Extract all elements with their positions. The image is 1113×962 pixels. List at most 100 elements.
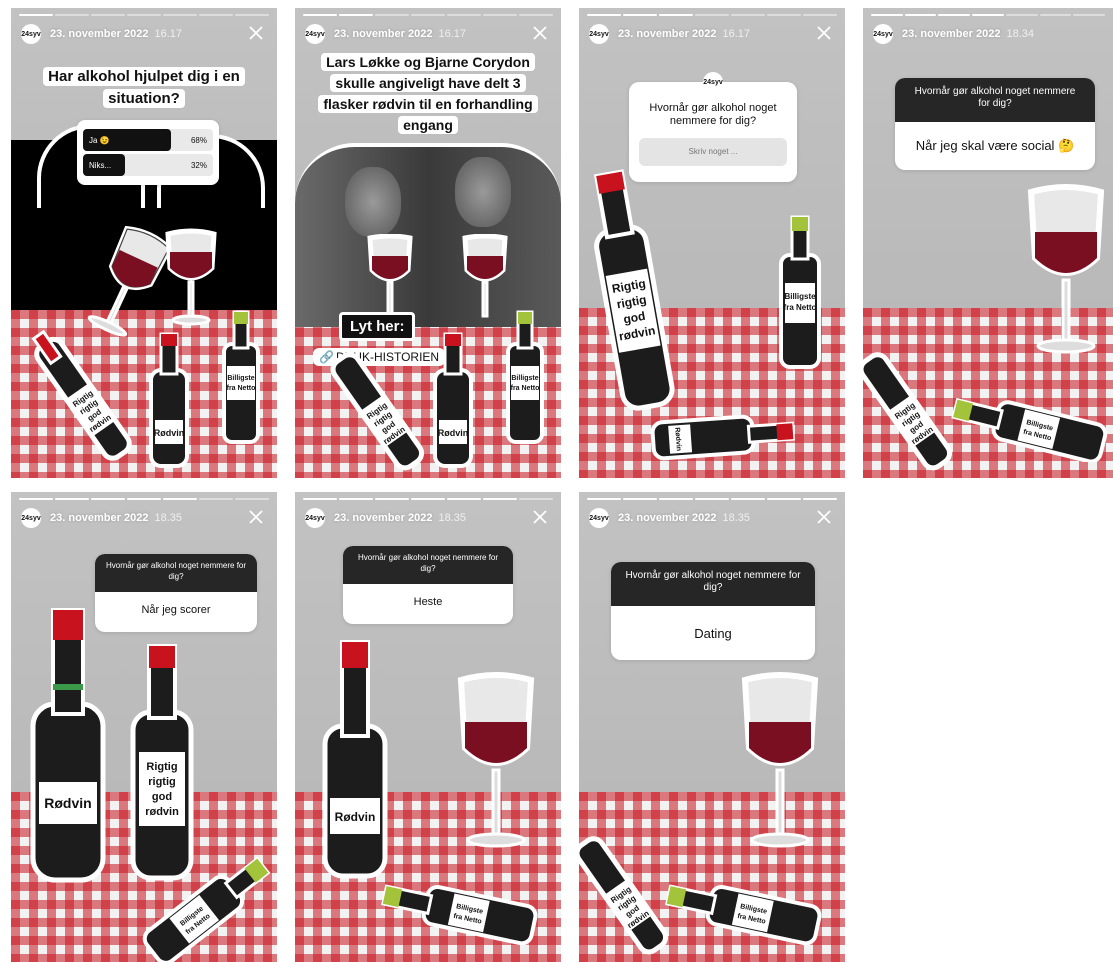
question-text: Hvornår gør alkohol noget nemmere for di… — [611, 562, 815, 606]
story-progress — [587, 14, 837, 16]
svg-text:Billigste: Billigste — [227, 375, 254, 382]
avatar[interactable]: 24syv — [873, 24, 893, 44]
bottle-rigtig-sticker: Rigtig rigtig god rødvin — [593, 169, 675, 411]
poll-sticker[interactable]: Ja 😉 68% Niks... 32% — [77, 120, 219, 185]
svg-text:Billigste: Billigste — [784, 292, 816, 301]
svg-text:Rødvin: Rødvin — [438, 428, 469, 438]
question-text: Hvornår gør alkohol noget nemmere for di… — [343, 546, 513, 584]
story-date: 23. november 2022 — [334, 28, 433, 40]
svg-text:Rødvin: Rødvin — [44, 795, 91, 811]
wine-glass-sticker — [367, 234, 413, 318]
story-time: 18.35 — [438, 512, 466, 524]
bottle-billigste-sticker: Billigste fra Netto — [506, 310, 544, 444]
story-header: 24syv 23. november 2022 16.17 — [21, 22, 267, 46]
poll-option[interactable]: Niks... 32% — [83, 154, 213, 176]
bottle-rodvin-sticker: Rødvin — [322, 640, 388, 879]
story-date: 23. november 2022 — [50, 28, 149, 40]
story-header: 24syv 23. november 2022 18.34 — [873, 22, 1103, 46]
avatar[interactable]: 24syv — [305, 508, 325, 528]
bottle-rodvin-sticker: Rødvin — [149, 332, 189, 468]
story-date: 23. november 2022 — [334, 512, 433, 524]
avatar[interactable]: 24syv — [305, 24, 325, 44]
avatar[interactable]: 24syv — [21, 24, 41, 44]
avatar[interactable]: 24syv — [589, 508, 609, 528]
story-3[interactable]: 24syv 23. november 2022 16.17 24syv Hvor… — [579, 8, 845, 478]
story-time: 16.17 — [722, 28, 750, 40]
answer-input[interactable]: Skriv noget ... — [639, 138, 787, 166]
story-caption: Lars Løkke og Bjarne Corydon skulle angi… — [309, 52, 547, 136]
poll-option-label: Ja 😉 — [89, 135, 110, 145]
story-date: 23. november 2022 — [618, 512, 717, 524]
avatar[interactable]: 24syv — [21, 508, 41, 528]
story-progress — [303, 498, 553, 500]
story-progress — [19, 14, 269, 16]
svg-text:Rødvin: Rødvin — [154, 428, 185, 438]
story-7[interactable]: 24syv 23. november 2022 18.35 Hvornår gø… — [579, 492, 845, 962]
wine-glass-sticker — [741, 672, 819, 848]
story-5[interactable]: 24syv 23. november 2022 18.35 Hvornår gø… — [11, 492, 277, 962]
question-text: Hvornår gør alkohol noget nemmere for di… — [95, 554, 257, 592]
question-sticker[interactable]: Hvornår gør alkohol noget nemmere for di… — [895, 78, 1095, 170]
story-header: 24syv 23. november 2022 18.35 — [21, 506, 267, 530]
story-progress — [587, 498, 837, 500]
svg-text:Rigtig: Rigtig — [146, 761, 177, 773]
story-date: 23. november 2022 — [618, 28, 717, 40]
bottle-billigste-sticker: Billigste fra Netto — [665, 884, 822, 946]
poll-option-percent: 68% — [190, 135, 207, 145]
question-text: Hvornår gør alkohol noget nemmere for di… — [895, 78, 1095, 122]
story-header: 24syv 23. november 2022 18.35 — [589, 506, 835, 530]
poll-option-percent: 32% — [190, 160, 207, 170]
story-caption: Har alkohol hjulpet dig i en situation? — [33, 66, 255, 110]
bottle-rigtig-sticker: Rigtig rigtig god rødvin — [330, 352, 425, 471]
close-icon[interactable] — [247, 508, 265, 526]
wine-glass-sticker — [457, 672, 535, 848]
story-progress — [19, 498, 269, 500]
story-progress — [303, 14, 553, 16]
story-progress — [871, 14, 1106, 16]
question-sticker[interactable]: Hvornår gør alkohol noget nemmere for di… — [611, 562, 815, 660]
svg-text:rødvin: rødvin — [145, 806, 179, 818]
bottle-rigtig-sticker: Rigtig rigtig god rødvin — [31, 329, 132, 461]
avatar[interactable]: 24syv — [589, 24, 609, 44]
question-avatar: 24syv — [703, 72, 723, 92]
bottle-rigtig-sticker: Rigtig rigtig god rødvin — [130, 644, 194, 881]
svg-text:god: god — [152, 791, 172, 803]
bottle-billigste-sticker: Billigste fra Netto — [381, 884, 538, 946]
bottle-billigste-sticker: Billigste fra Netto — [779, 215, 821, 369]
poll-option[interactable]: Ja 😉 68% — [83, 129, 213, 151]
story-1[interactable]: 24syv 23. november 2022 16.17 Har alkoho… — [11, 8, 277, 478]
story-2[interactable]: 24syv 23. november 2022 16.17 Lars Løkke… — [295, 8, 561, 478]
bottle-rodvin-sticker: Rødvin — [433, 332, 473, 468]
svg-text:Rødvin: Rødvin — [335, 810, 376, 824]
svg-text:rigtig: rigtig — [148, 776, 176, 788]
close-icon[interactable] — [531, 24, 549, 42]
story-time: 18.35 — [722, 512, 750, 524]
svg-text:Billigste: Billigste — [511, 375, 538, 382]
close-icon[interactable] — [531, 508, 549, 526]
story-header: 24syv 23. november 2022 16.17 — [589, 22, 835, 46]
story-time: 18.34 — [1006, 28, 1034, 40]
question-sticker[interactable]: Hvornår gør alkohol noget nemmere for di… — [95, 554, 257, 632]
answer-text: Dating — [694, 626, 732, 641]
story-time: 16.17 — [154, 28, 182, 40]
politicians-photo — [295, 143, 561, 327]
story-date: 23. november 2022 — [902, 28, 1001, 40]
poll-option-label: Niks... — [89, 160, 112, 170]
story-header: 24syv 23. november 2022 18.35 — [305, 506, 551, 530]
story-time: 18.35 — [154, 512, 182, 524]
wine-glass-sticker — [1027, 184, 1105, 354]
close-icon[interactable] — [815, 24, 833, 42]
story-6[interactable]: 24syv 23. november 2022 18.35 Hvornår gø… — [295, 492, 561, 962]
bottle-billigste-sticker: Billigste fra Netto — [142, 856, 271, 962]
bottle-billigste-sticker: Billigste fra Netto — [951, 397, 1108, 462]
story-date: 23. november 2022 — [50, 512, 149, 524]
svg-text:fra Netto: fra Netto — [227, 385, 256, 392]
story-time: 16.17 — [438, 28, 466, 40]
answer-text: Heste — [413, 596, 443, 608]
story-4[interactable]: 24syv 23. november 2022 18.34 Hvornår gø… — [863, 8, 1113, 478]
close-icon[interactable] — [815, 508, 833, 526]
close-icon[interactable] — [247, 24, 265, 42]
bottle-billigste-sticker: Billigste fra Netto — [222, 310, 260, 444]
question-sticker[interactable]: 24syv Hvornår gør alkohol noget nemmere … — [629, 72, 797, 182]
question-sticker[interactable]: Hvornår gør alkohol noget nemmere for di… — [343, 546, 513, 624]
